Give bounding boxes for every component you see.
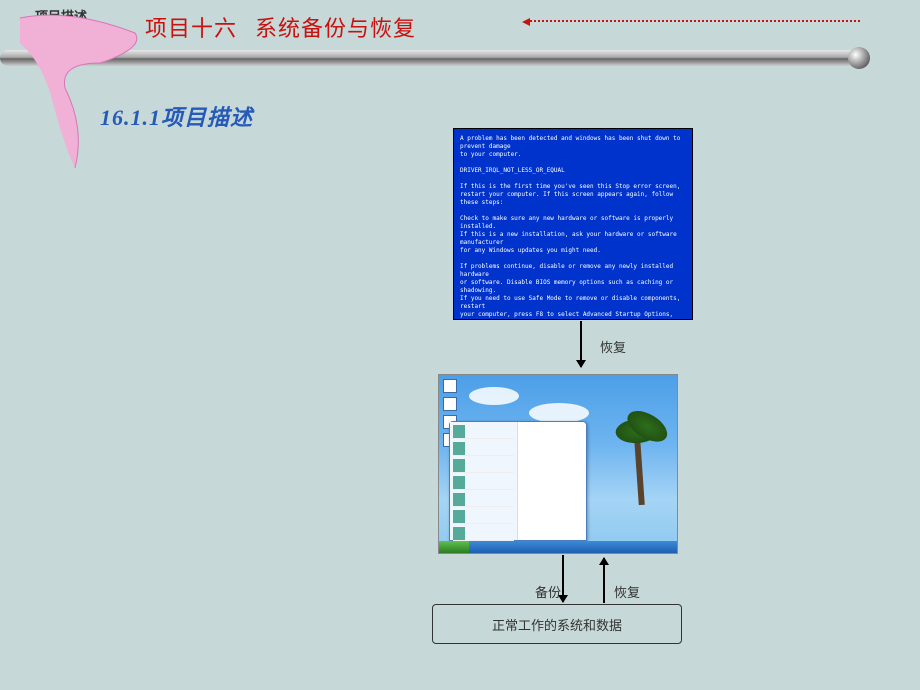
desktop-icon xyxy=(443,397,457,411)
corner-label: 项目描述 xyxy=(35,6,87,25)
bottom-box: 正常工作的系统和数据 xyxy=(432,604,682,644)
start-button xyxy=(439,541,469,553)
cloud xyxy=(529,403,589,423)
palm-tree xyxy=(633,425,645,505)
desktop-screenshot xyxy=(438,374,678,554)
label-restore-2: 恢复 xyxy=(614,582,640,601)
section-heading: 16.1.1项目描述 xyxy=(100,100,253,132)
arrow-backup xyxy=(562,555,564,602)
start-menu xyxy=(449,421,587,541)
arrow-restore-1 xyxy=(580,321,582,367)
start-menu-left xyxy=(450,422,518,540)
taskbar xyxy=(439,541,677,553)
arrow-restore-2 xyxy=(603,558,605,603)
decorative-arrow-line xyxy=(530,20,860,22)
title-part2: 系统备份与恢复 xyxy=(255,11,416,43)
cloud xyxy=(469,387,519,405)
desktop-icon xyxy=(443,379,457,393)
bsod-screenshot: A problem has been detected and windows … xyxy=(453,128,693,320)
label-backup: 备份 xyxy=(535,582,561,601)
decorative-bar xyxy=(0,50,860,66)
decorative-swoosh xyxy=(15,8,145,178)
title-part1: 项目十六 xyxy=(145,11,237,43)
main-title: 项目十六 系统备份与恢复 xyxy=(145,11,416,43)
label-restore-1: 恢复 xyxy=(600,337,626,356)
bottom-box-text: 正常工作的系统和数据 xyxy=(492,615,622,634)
